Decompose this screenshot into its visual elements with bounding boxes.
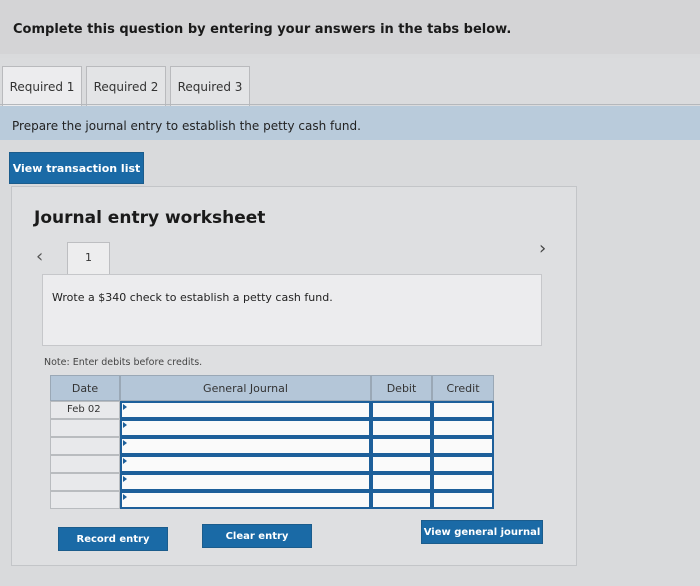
debit-input[interactable] <box>371 437 432 455</box>
credit-input[interactable] <box>432 419 494 437</box>
note-text: Note: Enter debits before credits. <box>44 357 203 368</box>
chevron-right-icon[interactable]: › <box>539 238 546 259</box>
record-entry-button[interactable]: Record entry <box>58 527 168 551</box>
worksheet-title: Journal entry worksheet <box>34 208 266 228</box>
clear-entry-button[interactable]: Clear entry <box>202 524 312 548</box>
dropdown-caret-icon <box>123 440 127 446</box>
debit-input[interactable] <box>371 473 432 491</box>
debit-input[interactable] <box>371 491 432 509</box>
chevron-left-icon[interactable]: ‹ <box>36 246 43 267</box>
date-cell <box>50 455 120 473</box>
dropdown-caret-icon <box>123 476 127 482</box>
view-general-journal-button[interactable]: View general journal <box>421 520 543 544</box>
account-input[interactable] <box>120 491 371 509</box>
tab-required-3[interactable]: Required 3 <box>170 66 250 106</box>
table-row <box>50 455 494 473</box>
view-transaction-list-button[interactable]: View transaction list <box>9 152 144 184</box>
tab-divider <box>0 104 700 105</box>
transaction-description-box <box>42 274 542 346</box>
credit-input[interactable] <box>432 437 494 455</box>
table-row <box>50 437 494 455</box>
transaction-description: Wrote a $340 check to establish a petty … <box>52 291 333 304</box>
tabstrip: Required 1 Required 2 Required 3 <box>0 58 700 106</box>
credit-input[interactable] <box>432 401 494 419</box>
credit-input[interactable] <box>432 473 494 491</box>
journal-table: Date General Journal Debit Credit Feb 02 <box>50 375 494 511</box>
header-instruction: Complete this question by entering your … <box>13 22 512 37</box>
instruction-text: Prepare the journal entry to establish t… <box>12 119 361 133</box>
dropdown-caret-icon <box>123 404 127 410</box>
debit-input[interactable] <box>371 455 432 473</box>
general-journal-column-header: General Journal <box>120 375 371 401</box>
account-input[interactable] <box>120 455 371 473</box>
entry-tab-1[interactable]: 1 <box>67 242 110 275</box>
table-row <box>50 491 494 509</box>
date-column-header: Date <box>50 375 120 401</box>
credit-input[interactable] <box>432 455 494 473</box>
credit-input[interactable] <box>432 491 494 509</box>
table-row: Feb 02 <box>50 401 494 419</box>
tab-required-2[interactable]: Required 2 <box>86 66 166 106</box>
tab-required-1[interactable]: Required 1 <box>2 66 82 106</box>
debit-input[interactable] <box>371 419 432 437</box>
date-cell <box>50 419 120 437</box>
dropdown-caret-icon <box>123 422 127 428</box>
account-input[interactable] <box>120 437 371 455</box>
debit-input[interactable] <box>371 401 432 419</box>
date-cell <box>50 473 120 491</box>
date-cell <box>50 437 120 455</box>
dropdown-caret-icon <box>123 458 127 464</box>
dropdown-caret-icon <box>123 494 127 500</box>
table-row <box>50 419 494 437</box>
account-input[interactable] <box>120 473 371 491</box>
date-cell: Feb 02 <box>50 401 120 419</box>
date-cell <box>50 491 120 509</box>
table-row <box>50 473 494 491</box>
credit-column-header: Credit <box>432 375 494 401</box>
debit-column-header: Debit <box>371 375 432 401</box>
account-input[interactable] <box>120 401 371 419</box>
account-input[interactable] <box>120 419 371 437</box>
